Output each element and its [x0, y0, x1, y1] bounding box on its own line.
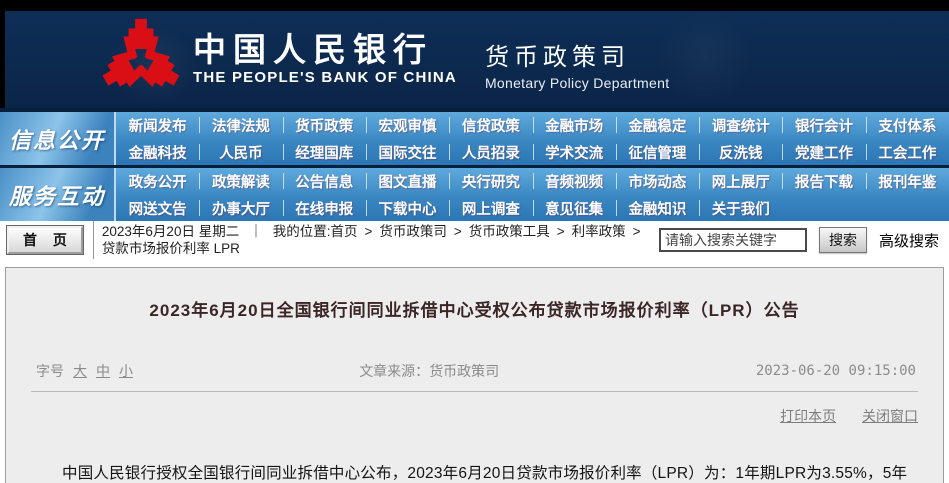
- article-title: 2023年6月20日全国银行间同业拆借中心受权公布贷款市场报价利率（LPR）公告: [149, 301, 800, 320]
- pboc-logo-icon[interactable]: [95, 16, 187, 104]
- close-window-link[interactable]: 关闭窗口: [862, 408, 918, 424]
- nav-section: 服务互动 政务公开 政策解读 公告信息 图文直播 央行研究 音频视频 市场动态 网上展厅 报告下载…: [0, 168, 949, 221]
- nav-item[interactable]: 政务公开: [116, 168, 199, 194]
- nav-item[interactable]: 国际交往: [365, 139, 449, 165]
- nav-item[interactable]: 人民币: [199, 139, 282, 165]
- nav-item[interactable]: 人员招录: [449, 139, 532, 165]
- nav-item[interactable]: 在线申报: [282, 195, 366, 221]
- nav-item[interactable]: 党建工作: [782, 139, 865, 165]
- department-name-en: Monetary Policy Department: [484, 74, 670, 91]
- bank-name-en: THE PEOPLE'S BANK OF CHINA: [193, 69, 457, 87]
- breadcrumb-link[interactable]: 贷款市场报价利率 LPR: [102, 241, 240, 256]
- article-meta-row: 字号大中小 文章来源：货币政策司 2023-06-20 09:15:00: [31, 361, 918, 392]
- nav-item[interactable]: 图文直播: [365, 168, 449, 194]
- nav-item[interactable]: 经理国库: [282, 139, 366, 165]
- nav-item[interactable]: 法律法规: [199, 112, 282, 138]
- breadcrumb-divider: [92, 221, 94, 259]
- font-size-link[interactable]: 中: [96, 363, 110, 379]
- nav-item[interactable]: 下载中心: [365, 195, 449, 221]
- nav-section-label[interactable]: 信息公开: [0, 112, 116, 165]
- breadcrumb-link[interactable]: 利率政策: [572, 224, 626, 239]
- font-size-link[interactable]: 大: [73, 363, 87, 379]
- nav-row: 新闻发布 法律法规 货币政策 宏观审慎 信贷政策 金融市场 金融稳定 调查统计 银行会计 支付体系: [116, 112, 949, 138]
- nav-item[interactable]: 信贷政策: [449, 112, 532, 138]
- nav-item[interactable]: 网送文告: [116, 195, 199, 221]
- nav-item[interactable]: 政策解读: [199, 168, 282, 194]
- nav-item[interactable]: 调查统计: [699, 112, 782, 138]
- breadcrumb-bar: 首 页 2023年6月20日 星期二 ｜ 我的位置:首页 > 货币政策司 > 货币政策工具 >…: [0, 221, 949, 259]
- nav-item[interactable]: 关于我们: [699, 195, 782, 221]
- top-black-bar: [0, 0, 949, 11]
- font-size-link[interactable]: 小: [119, 363, 133, 379]
- nav-item[interactable]: 货币政策: [282, 112, 366, 138]
- breadcrumb-link[interactable]: 货币政策司: [379, 224, 447, 239]
- nav-empty-cell: [866, 195, 949, 221]
- article-panel: 2023年6月20日全国银行间同业拆借中心受权公布贷款市场报价利率（LPR）公告…: [5, 267, 944, 483]
- nav-row: 政务公开 政策解读 公告信息 图文直播 央行研究 音频视频 市场动态 网上展厅 报告下载 报刊年鉴: [116, 168, 949, 194]
- source-value: 货币政策司: [429, 363, 500, 379]
- nav-item[interactable]: 宏观审慎: [365, 112, 449, 138]
- nav-item[interactable]: 支付体系: [865, 112, 949, 138]
- source-label: 文章来源：: [359, 363, 430, 379]
- nav-item[interactable]: 反洗钱: [699, 139, 782, 165]
- nav-empty-cell: [782, 195, 865, 221]
- nav-item[interactable]: 音频视频: [532, 168, 616, 194]
- pboc-logo-svg: [97, 18, 185, 96]
- search-button[interactable]: 搜索: [818, 227, 867, 253]
- article-source: 文章来源：货币政策司: [359, 361, 669, 381]
- content-area: 2023年6月20日全国银行间同业拆借中心受权公布贷款市场报价利率（LPR）公告…: [0, 259, 949, 483]
- site-header: 中国人民银行 THE PEOPLE'S BANK OF CHINA 货币政策司 …: [0, 11, 949, 108]
- breadcrumb-home-link[interactable]: 我的位置:首页: [273, 224, 358, 239]
- nav-item[interactable]: 金融稳定: [615, 112, 699, 138]
- nav-section-label[interactable]: 服务互动: [0, 168, 116, 221]
- search-input[interactable]: [658, 228, 807, 252]
- nav-item[interactable]: 网上调查: [449, 195, 532, 221]
- nav-row: 网送文告 办事大厅 在线申报 下载中心 网上调查 意见征集 金融知识 关于我们: [116, 195, 949, 221]
- nav-item[interactable]: 新闻发布: [116, 112, 199, 138]
- nav-item[interactable]: 工会工作: [865, 139, 949, 165]
- nav-item[interactable]: 金融知识: [615, 195, 699, 221]
- nav-item[interactable]: 意见征集: [532, 195, 616, 221]
- nav-item[interactable]: 金融科技: [116, 139, 199, 165]
- crumb-separator: >: [453, 224, 462, 239]
- article-body: 中国人民银行授权全国银行间同业拆借中心公布，2023年6月20日贷款市场报价利率…: [62, 465, 908, 482]
- crumb-separator: >: [364, 224, 373, 239]
- nav-section: 信息公开 新闻发布 法律法规 货币政策 宏观审慎 信贷政策 金融市场 金融稳定 调查统计 银行会计…: [0, 112, 949, 165]
- current-date-text: 2023年6月20日 星期二: [101, 224, 240, 239]
- font-size-controls: 字号大中小: [31, 361, 359, 381]
- nav-item[interactable]: 金融市场: [532, 112, 616, 138]
- main-nav: 信息公开 新闻发布 法律法规 货币政策 宏观审慎 信贷政策 金融市场 金融稳定 调查统计 银行会计…: [0, 108, 949, 221]
- department-title-block: 货币政策司 Monetary Policy Department: [485, 29, 669, 91]
- nav-item[interactable]: 报告下载: [782, 168, 865, 194]
- search-zone: 搜索 高级搜索: [658, 227, 945, 253]
- article-datetime: 2023-06-20 09:15:00: [755, 363, 916, 379]
- nav-row: 金融科技 人民币 经理国库 国际交往 人员招录 学术交流 征信管理 反洗钱 党建工作 工会工作: [116, 139, 949, 165]
- bank-title-block: 中国人民银行 THE PEOPLE'S BANK OF CHINA: [193, 29, 457, 87]
- print-page-link[interactable]: 打印本页: [780, 408, 836, 424]
- breadcrumb: 2023年6月20日 星期二 ｜ 我的位置:首页 > 货币政策司 > 货币政策工具 > 利率政策…: [102, 223, 659, 257]
- nav-item[interactable]: 网上展厅: [699, 168, 782, 194]
- nav-item[interactable]: 公告信息: [282, 168, 366, 194]
- nav-item[interactable]: 银行会计: [782, 112, 865, 138]
- nav-item[interactable]: 办事大厅: [199, 195, 282, 221]
- nav-item[interactable]: 报刊年鉴: [865, 168, 949, 194]
- bank-name-cn: 中国人民银行: [193, 29, 433, 69]
- advanced-search-link[interactable]: 高级搜索: [879, 230, 939, 251]
- nav-item[interactable]: 央行研究: [449, 168, 532, 194]
- pipe-separator: ｜: [249, 224, 263, 239]
- nav-item[interactable]: 学术交流: [532, 139, 616, 165]
- nav-item[interactable]: 征信管理: [615, 139, 699, 165]
- department-name-cn: 货币政策司: [484, 43, 630, 71]
- crumb-separator: >: [556, 224, 565, 239]
- article-tools: 打印本页 关闭窗口: [31, 406, 918, 426]
- nav-item[interactable]: 市场动态: [615, 168, 699, 194]
- font-size-label: 字号: [36, 363, 64, 379]
- home-button[interactable]: 首 页: [6, 225, 84, 255]
- crumb-separator: >: [632, 224, 641, 239]
- breadcrumb-link[interactable]: 货币政策工具: [469, 224, 550, 239]
